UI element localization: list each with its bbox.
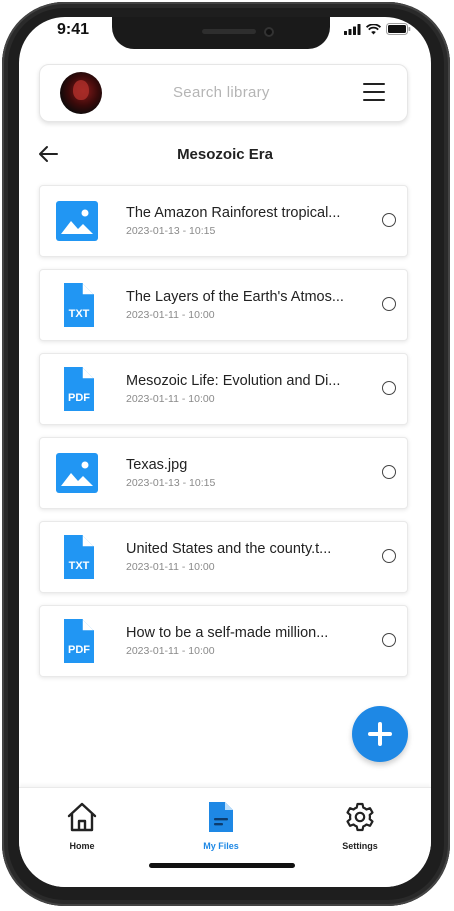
status-time: 9:41 xyxy=(57,21,90,38)
file-name: Texas.jpg xyxy=(126,457,188,473)
nav-label: My Files xyxy=(203,841,239,851)
list-item[interactable]: TXT United States and the county.t... 20… xyxy=(39,521,408,593)
select-radio[interactable] xyxy=(382,633,396,647)
file-date: 2023-01-13 - 10:15 xyxy=(126,225,216,237)
notch xyxy=(112,17,330,49)
home-icon xyxy=(67,802,97,832)
wifi-icon xyxy=(366,23,381,34)
file-date: 2023-01-11 - 10:00 xyxy=(126,393,215,405)
file-type-label: TXT xyxy=(69,308,90,320)
hamburger-menu-icon[interactable] xyxy=(363,83,385,101)
file-date: 2023-01-13 - 10:15 xyxy=(126,477,216,489)
file-icon xyxy=(209,802,233,832)
add-button[interactable] xyxy=(352,706,408,762)
list-item[interactable]: TXT The Layers of the Earth's Atmos... 2… xyxy=(39,269,408,341)
select-radio[interactable] xyxy=(382,381,396,395)
camera xyxy=(264,27,274,37)
home-indicator xyxy=(149,863,295,868)
file-name: How to be a self-made million... xyxy=(126,625,329,641)
file-type-label: PDF xyxy=(68,644,90,656)
select-radio[interactable] xyxy=(382,297,396,311)
file-type-label: PDF xyxy=(68,392,90,404)
battery-icon xyxy=(386,23,411,35)
nav-home[interactable]: Home xyxy=(37,800,127,851)
search-input[interactable]: Search library xyxy=(173,84,270,101)
image-file-icon xyxy=(56,201,98,241)
select-radio[interactable] xyxy=(382,213,396,227)
search-bar[interactable]: Search library xyxy=(39,64,408,122)
file-list: The Amazon Rainforest tropical... 2023-0… xyxy=(39,185,408,689)
file-type-label: TXT xyxy=(69,560,90,572)
list-item[interactable]: The Amazon Rainforest tropical... 2023-0… xyxy=(39,185,408,257)
txt-file-icon: TXT xyxy=(64,535,94,579)
list-item[interactable]: PDF Mesozoic Life: Evolution and Di... 2… xyxy=(39,353,408,425)
gear-icon xyxy=(346,802,374,832)
nav-my-files[interactable]: My Files xyxy=(176,800,266,851)
file-name: United States and the county.t... xyxy=(126,541,332,557)
txt-file-icon: TXT xyxy=(64,283,94,327)
pdf-file-icon: PDF xyxy=(64,367,94,411)
phone-frame: 9:41 Search library Mesozoic Era The Ama… xyxy=(2,2,450,906)
nav-label: Settings xyxy=(342,841,378,851)
list-item[interactable]: Texas.jpg 2023-01-13 - 10:15 xyxy=(39,437,408,509)
plus-icon xyxy=(368,722,392,746)
screen: 9:41 Search library Mesozoic Era The Ama… xyxy=(19,17,431,887)
select-radio[interactable] xyxy=(382,465,396,479)
signal-icon xyxy=(344,23,361,35)
file-date: 2023-01-11 - 10:00 xyxy=(126,561,215,573)
image-file-icon xyxy=(56,453,98,493)
nav-settings[interactable]: Settings xyxy=(315,800,405,851)
file-name: Mesozoic Life: Evolution and Di... xyxy=(126,373,341,389)
list-item[interactable]: PDF How to be a self-made million... 202… xyxy=(39,605,408,677)
nav-label: Home xyxy=(69,841,95,851)
avatar[interactable] xyxy=(60,72,102,114)
speaker xyxy=(202,29,256,34)
status-icons xyxy=(344,23,411,35)
file-date: 2023-01-11 - 10:00 xyxy=(126,309,215,321)
select-radio[interactable] xyxy=(382,549,396,563)
file-name: The Layers of the Earth's Atmos... xyxy=(126,289,344,305)
file-date: 2023-01-11 - 10:00 xyxy=(126,645,215,657)
page-title: Mesozoic Era xyxy=(177,146,273,163)
file-name: The Amazon Rainforest tropical... xyxy=(126,205,341,221)
pdf-file-icon: PDF xyxy=(64,619,94,663)
bottom-nav: Home My Files Settings xyxy=(19,787,431,887)
